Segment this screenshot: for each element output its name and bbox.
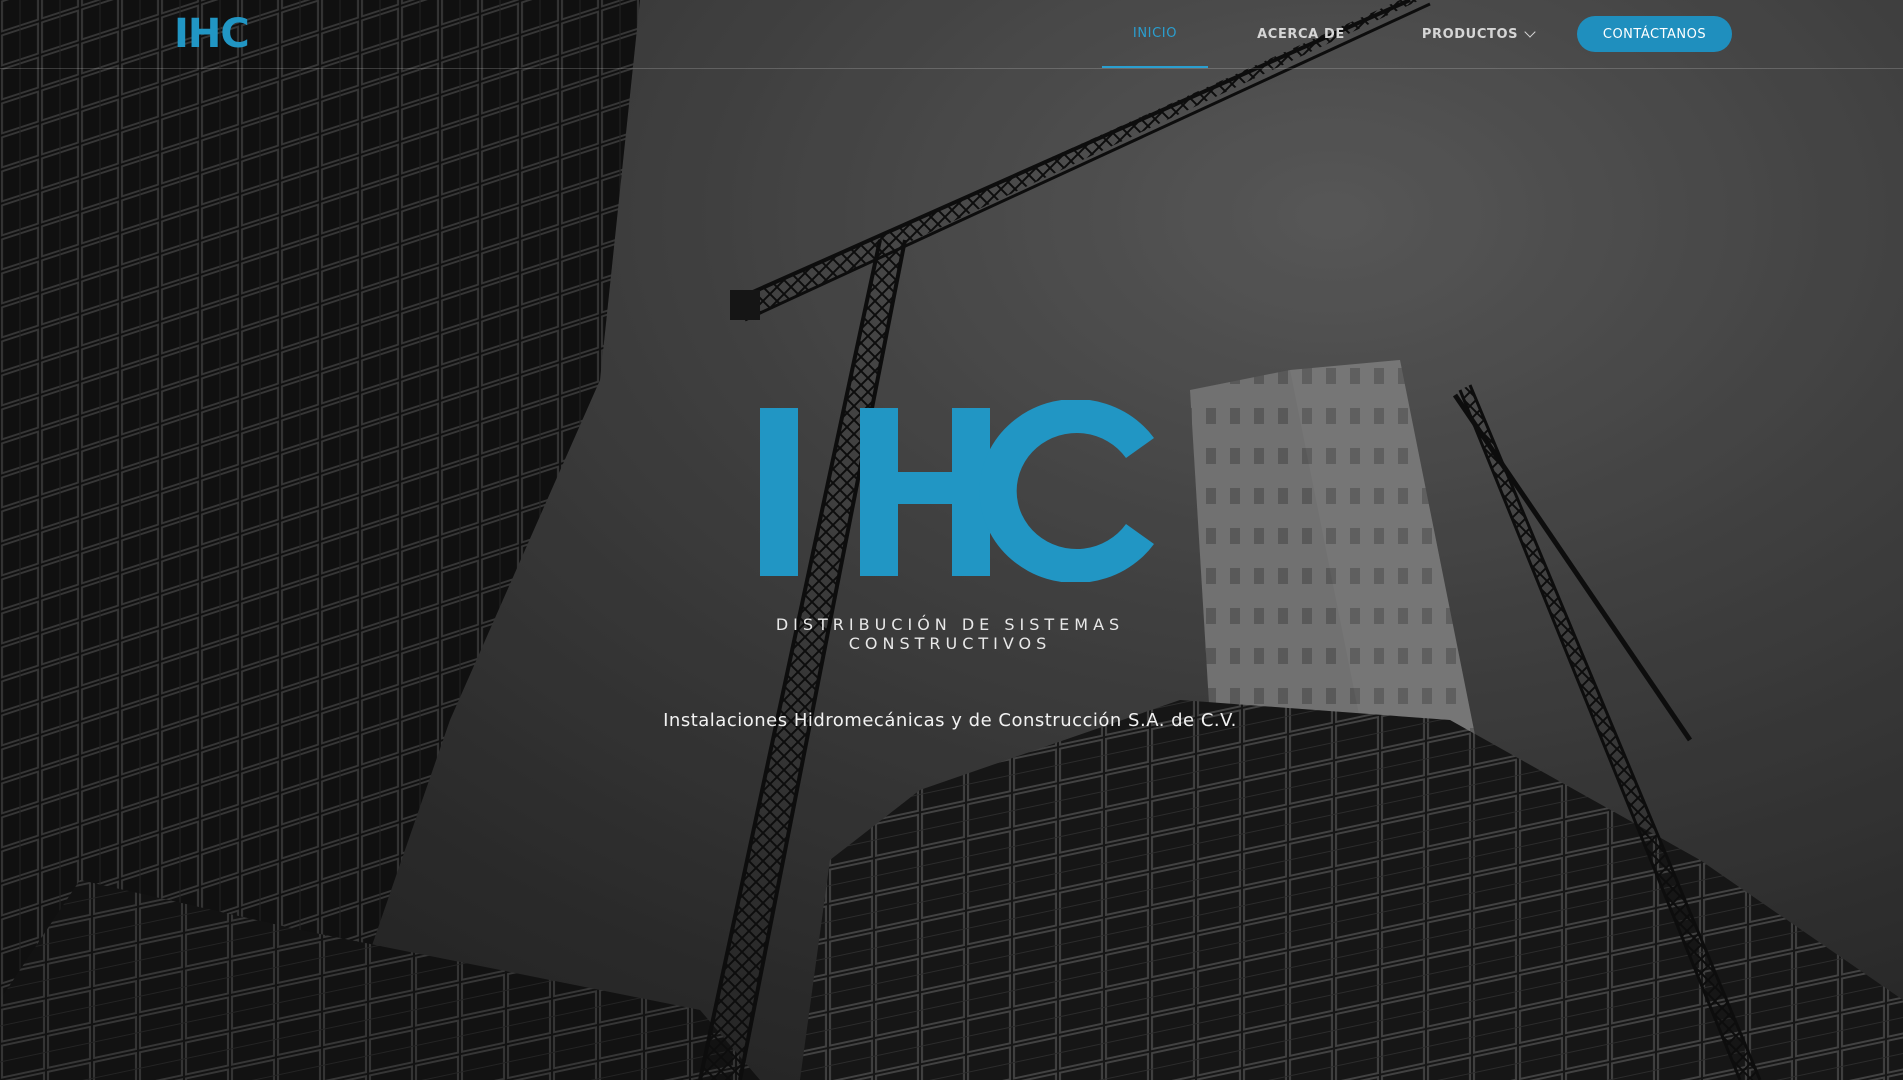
contact-button-label: CONTÁCTANOS [1602,26,1707,42]
company-name: Instalaciones Hidromecánicas y de Constr… [663,710,1237,731]
site-header: IHC INICIO ACERCA DE PRODUCTOS CONTÁCTAN… [0,0,1903,69]
nav-item-inicio[interactable]: INICIO [1102,0,1208,68]
header-logo[interactable]: IHC [174,14,250,54]
tagline-line-2: CONSTRUCTIVOS [848,634,1052,653]
nav-item-label: ACERCA DE [1257,26,1345,42]
nav-item-acerca-de[interactable]: ACERCA DE [1245,0,1357,68]
contact-button[interactable]: CONTÁCTANOS [1577,16,1732,52]
nav-item-productos[interactable]: PRODUCTOS [1418,0,1538,68]
chevron-down-icon [1524,25,1536,38]
nav-item-label: INICIO [1132,25,1178,41]
nav-item-label: PRODUCTOS [1421,26,1519,42]
hero-tagline: DISTRIBUCIÓN DE SISTEMAS CONSTRUCTIVOS [700,615,1200,653]
hero-logo [760,400,1154,582]
hero-section: IHC INICIO ACERCA DE PRODUCTOS CONTÁCTAN… [0,0,1903,1080]
tagline-line-1: DISTRIBUCIÓN DE SISTEMAS [775,615,1125,634]
